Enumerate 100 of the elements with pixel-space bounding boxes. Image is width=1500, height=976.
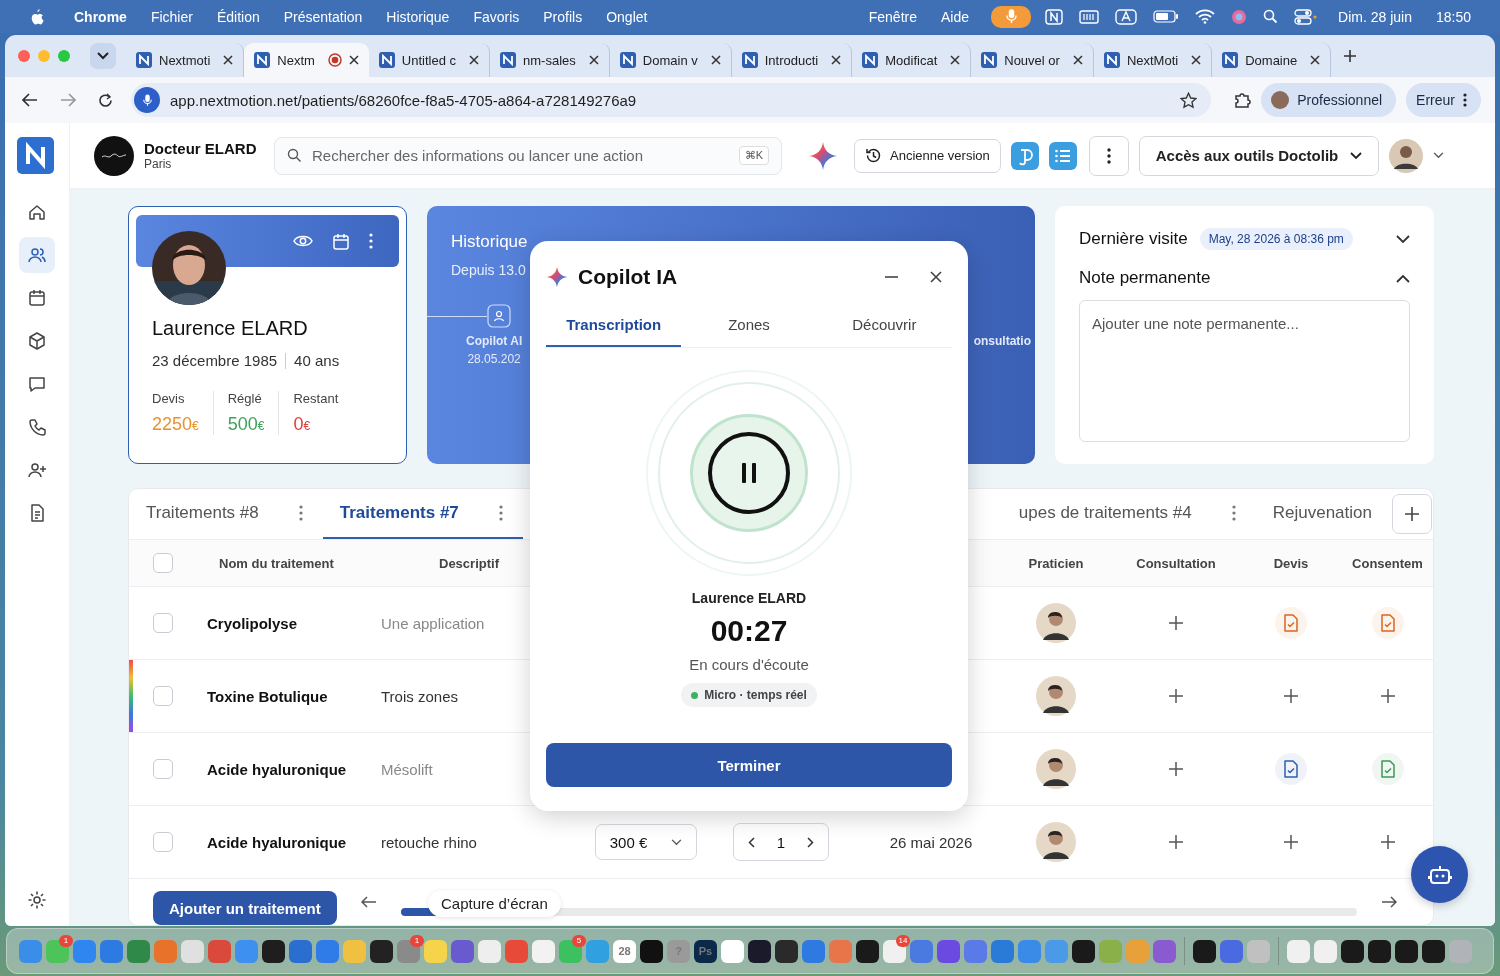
calendar-icon[interactable] (333, 232, 349, 250)
plus-icon[interactable] (1284, 689, 1298, 703)
letter-a-icon[interactable] (1115, 8, 1138, 25)
quantity-stepper[interactable]: 1 (732, 823, 830, 861)
microphone-icon[interactable] (134, 87, 160, 113)
document-check-icon[interactable] (1371, 753, 1404, 785)
menu-item[interactable]: Historique (386, 8, 450, 25)
add-treatment-button[interactable]: Ajouter un traitement (153, 891, 337, 925)
close-icon[interactable] (588, 55, 599, 65)
plus-icon[interactable] (1380, 835, 1395, 849)
logo-icon[interactable] (17, 137, 54, 174)
app-icon[interactable] (1193, 939, 1216, 963)
row-checkbox[interactable] (153, 832, 173, 852)
color-wheel-icon[interactable] (1231, 8, 1248, 25)
app-icon[interactable] (856, 939, 879, 963)
old-version-button[interactable]: Ancienne version (854, 138, 1001, 173)
browser-tab[interactable]: Nextm (244, 43, 369, 77)
price-select[interactable]: 300 € (594, 824, 698, 860)
app-icon[interactable] (775, 939, 798, 963)
close-icon[interactable] (950, 55, 961, 65)
menu-item[interactable]: Favoris (473, 8, 520, 25)
user-avatar[interactable] (1389, 138, 1424, 173)
select-all-checkbox[interactable] (153, 553, 173, 573)
row-checkbox[interactable] (153, 759, 173, 779)
document-check-icon[interactable] (1275, 607, 1307, 639)
new-tab-icon[interactable] (1343, 49, 1358, 63)
treatment-tab[interactable]: Rejuvenation (1255, 489, 1392, 539)
more-button[interactable] (1088, 135, 1129, 176)
close-icon[interactable] (1191, 55, 1202, 65)
dialog-tab[interactable]: Zones (681, 303, 817, 347)
eye-icon[interactable] (293, 234, 313, 248)
app-icon[interactable] (1395, 939, 1418, 963)
chevron-up-icon[interactable] (1396, 273, 1410, 283)
wifi-icon[interactable] (1195, 9, 1216, 24)
close-window-icon[interactable] (18, 50, 30, 62)
row-checkbox[interactable] (153, 613, 173, 633)
sidebar-item[interactable] (19, 237, 55, 273)
app-icon[interactable] (1341, 939, 1364, 963)
battery-icon[interactable] (1153, 10, 1180, 23)
menu-item[interactable]: Fenêtre (868, 8, 917, 25)
app-icon[interactable] (640, 939, 663, 963)
dialog-tab[interactable]: Transcription (546, 303, 682, 347)
close-icon[interactable] (1310, 55, 1321, 65)
document-check-icon[interactable] (1275, 753, 1307, 785)
search-input[interactable]: Rechercher des informations ou lancer une action (312, 147, 729, 164)
tab-list-button[interactable] (90, 43, 116, 69)
puzzle-icon[interactable] (1233, 91, 1252, 109)
reload-icon[interactable] (98, 92, 113, 108)
app-icon[interactable] (1422, 939, 1445, 963)
arrow-right-icon[interactable] (1381, 896, 1397, 908)
arrow-left-icon[interactable] (360, 896, 377, 908)
address-bar[interactable]: app.nextmotion.net/patients/68260fce-f8a5-4705-a864-a728149276a9 (131, 83, 1212, 117)
plus-icon[interactable] (1169, 689, 1183, 703)
chevron-down-icon[interactable] (1433, 152, 1445, 159)
menu-item[interactable]: Onglet (606, 8, 648, 25)
treatment-tab[interactable]: Traitements #8 (129, 489, 323, 539)
profile-button[interactable]: Professionnel (1261, 83, 1397, 117)
finish-button[interactable]: Terminer (546, 743, 952, 787)
note-field[interactable]: Ajouter une note permanente... (1079, 300, 1410, 442)
plus-icon[interactable] (1169, 762, 1183, 776)
chevron-right-icon[interactable] (807, 836, 815, 848)
search-icon[interactable] (1263, 9, 1279, 24)
app-shortcut-icon[interactable] (1010, 141, 1039, 170)
plus-icon[interactable] (1169, 835, 1183, 849)
star-icon[interactable] (1180, 91, 1198, 109)
dialog-tab[interactable]: Découvrir (816, 303, 952, 347)
menu-item[interactable]: Édition (216, 8, 260, 25)
settings-icon[interactable] (27, 890, 47, 910)
app-icon[interactable]: 28 (613, 939, 636, 963)
letter-n-icon[interactable] (1045, 8, 1064, 25)
add-tab-button[interactable] (1392, 494, 1432, 534)
kebab-icon[interactable] (369, 233, 373, 249)
error-button[interactable]: Erreur (1406, 83, 1481, 117)
microphone-icon[interactable] (991, 5, 1032, 28)
apple-icon[interactable] (30, 8, 44, 25)
close-icon[interactable] (223, 55, 234, 65)
menu-item[interactable]: Fichier (150, 8, 193, 25)
plus-icon[interactable] (1284, 835, 1298, 849)
plus-icon[interactable] (1380, 689, 1395, 703)
document-check-icon[interactable] (1371, 607, 1404, 639)
list-icon[interactable] (1048, 141, 1077, 170)
forward-icon[interactable] (60, 93, 76, 107)
row-checkbox[interactable] (153, 686, 173, 706)
app-icon[interactable] (1072, 939, 1095, 963)
close-icon[interactable] (1072, 55, 1083, 65)
menu-item[interactable]: Aide (941, 8, 970, 25)
chevron-left-icon[interactable] (747, 836, 755, 848)
menu-clock[interactable]: 18:50 (1435, 8, 1471, 25)
close-icon[interactable] (930, 271, 942, 283)
menu-item[interactable]: Présentation (283, 8, 363, 25)
search-field[interactable]: Rechercher des informations ou lancer une action ⌘K (274, 136, 782, 175)
app-icon[interactable] (262, 939, 285, 963)
control-center-icon[interactable] (1294, 8, 1319, 25)
close-icon[interactable] (831, 55, 842, 65)
treatment-tab[interactable]: upes de traitements #4 (1001, 489, 1256, 539)
menu-date[interactable]: Dim. 28 juin (1338, 8, 1412, 25)
close-icon[interactable] (348, 55, 359, 65)
app-menu[interactable]: Chrome (74, 8, 127, 25)
chevron-down-icon[interactable] (1396, 234, 1410, 244)
back-icon[interactable] (22, 93, 38, 107)
